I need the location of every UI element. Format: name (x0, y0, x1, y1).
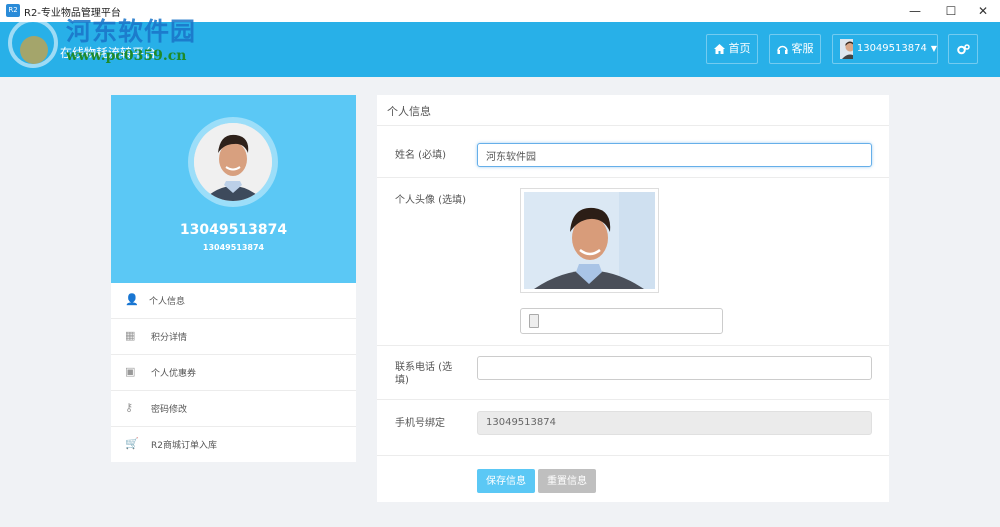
name-label: 姓名 (必填) (395, 150, 446, 161)
gears-icon (956, 43, 970, 54)
divider (377, 345, 889, 346)
maximize-button[interactable]: ☐ (934, 0, 968, 22)
app-icon: R2 (6, 4, 20, 17)
home-label: 首页 (728, 42, 751, 55)
phone-label-line1: 联系电话 (选 (395, 362, 453, 373)
home-button[interactable]: 首页 (706, 34, 758, 64)
avatar (840, 39, 853, 59)
divider (377, 177, 889, 178)
file-choose-icon[interactable] (529, 314, 539, 328)
profile-avatar-ring (188, 117, 278, 207)
phone-label-line2: 填) (395, 375, 409, 386)
reset-button[interactable]: 重置信息 (538, 469, 596, 493)
menu-item-coupons[interactable]: ▣ 个人优惠券 (111, 355, 356, 391)
menu-item-label: 个人信息 (149, 297, 186, 307)
app-header: 在线物耗流转平台 河东软件园 www.pc0359.cn 首页 客服 13049… (0, 17, 1000, 77)
settings-button[interactable] (948, 34, 978, 64)
menu-item-personal-info[interactable]: 👤 个人信息 (111, 283, 356, 319)
avatar-label: 个人头像 (选填) (395, 195, 466, 206)
profile-avatar (194, 123, 272, 201)
phone-input[interactable] (477, 356, 872, 380)
menu-item-password[interactable]: ⚷ 密码修改 (111, 391, 356, 427)
save-button[interactable]: 保存信息 (477, 469, 535, 493)
mobile-field: 13049513874 (477, 411, 872, 435)
home-icon (713, 44, 725, 54)
service-label: 客服 (791, 42, 814, 55)
divider (377, 455, 889, 456)
list-icon: ▦ (125, 329, 136, 342)
menu-item-label: R2商城订单入库 (151, 441, 217, 451)
cart-icon: 🛒 (125, 437, 139, 450)
close-button[interactable]: ✕ (966, 0, 1000, 22)
menu-item-label: 密码修改 (151, 405, 188, 415)
key-icon: ⚷ (125, 401, 134, 414)
card-header: 个人信息 (377, 95, 889, 126)
user-label: 13049513874 (856, 43, 927, 54)
menu-item-orders[interactable]: 🛒 R2商城订单入库 (111, 427, 356, 462)
user-menu-button[interactable]: 13049513874 ▼ (832, 34, 938, 64)
headset-icon (776, 45, 788, 54)
menu-item-points[interactable]: ▦ 积分详情 (111, 319, 356, 355)
avatar-file-input[interactable] (520, 308, 723, 334)
profile-sub: 13049513874 (202, 243, 265, 252)
profile-name: 13049513874 (179, 222, 288, 238)
name-input[interactable] (477, 143, 872, 167)
phone-label: 联系电话 (选 填) (395, 361, 452, 387)
watermark-text: 河东软件园 (66, 17, 197, 46)
divider (377, 399, 889, 400)
minimize-button[interactable]: — (898, 0, 932, 22)
card-title: 个人信息 (387, 105, 431, 118)
menu-item-label: 积分详情 (151, 333, 188, 343)
logo-swoosh-icon (20, 36, 48, 64)
user-icon: 👤 (125, 293, 139, 306)
info-form-card: 个人信息 姓名 (必填) 个人头像 (选填) 联系电话 (选 填) 手机号绑定 … (377, 95, 889, 502)
avatar-preview (520, 188, 659, 293)
menu-item-label: 个人优惠券 (151, 369, 197, 379)
caret-down-icon: ▼ (930, 44, 937, 53)
watermark-url: www.pc0359.cn (66, 48, 187, 64)
profile-card: 13049513874 13049513874 👤 个人信息 ▦ 积分详情 ▣ … (111, 95, 356, 462)
service-button[interactable]: 客服 (769, 34, 821, 64)
profile-menu: 👤 个人信息 ▦ 积分详情 ▣ 个人优惠券 ⚷ 密码修改 🛒 R2商城订单入库 (111, 283, 356, 462)
profile-header: 13049513874 13049513874 (111, 95, 356, 283)
mobile-label: 手机号绑定 (395, 418, 445, 429)
coupon-icon: ▣ (125, 365, 136, 378)
